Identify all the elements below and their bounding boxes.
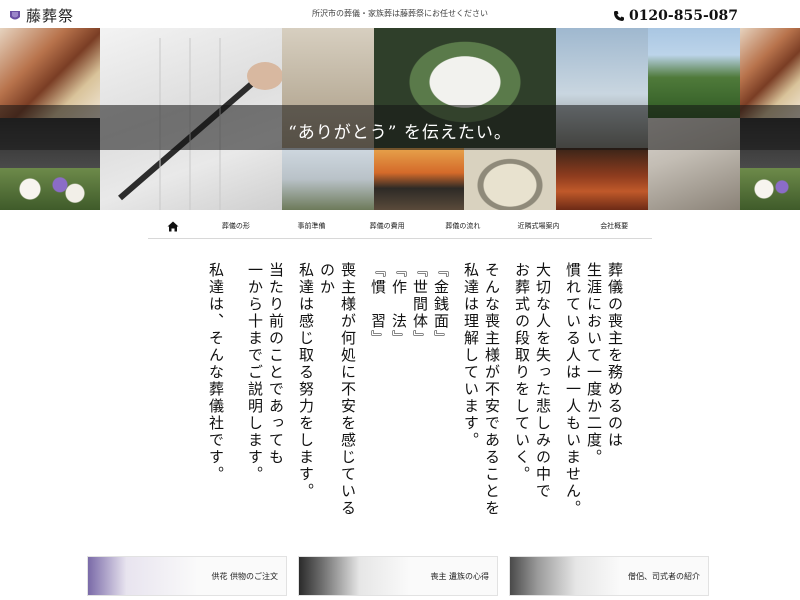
message-line: 当たり前のことであっても: [267, 262, 285, 466]
banner-label: 供花 供物のご注文: [211, 572, 278, 581]
message-line: 私達は感じ取る努力をします。: [297, 262, 315, 500]
banner-priest-intro[interactable]: 僧侶、司式者の紹介: [509, 556, 709, 596]
message-line: 葬儀の喪主を務めるのは: [606, 262, 624, 449]
nav-venues[interactable]: 近隣式場案内: [501, 214, 577, 238]
message-line: 『慣 習』: [369, 262, 387, 347]
message-line: お葬式の段取りをしていく。: [513, 262, 531, 483]
message-line: 私達は、そんな葬儀社です。: [207, 262, 225, 483]
hero-catchphrase: “ありがとう” を伝えたい。: [288, 123, 512, 143]
hero-image-collage: “ありがとう” を伝えたい。: [0, 28, 800, 210]
message-line: 大切な人を失った悲しみの中で: [534, 262, 552, 500]
nav-funeral-types[interactable]: 葬儀の形: [198, 214, 274, 238]
banner-flower-image: [88, 557, 198, 595]
message-line: 『金銭面』: [432, 262, 450, 347]
message-line: 『世間体』: [411, 262, 429, 347]
hero-photo-building: [282, 148, 374, 210]
nav-preparation[interactable]: 事前準備: [274, 214, 350, 238]
hero-photo-hall: [556, 148, 648, 210]
global-nav: 葬儀の形 事前準備 葬儀の費用 葬儀の流れ 近隣式場案内 会社概要: [148, 214, 652, 239]
nav-home[interactable]: [148, 214, 198, 238]
message-line: 生涯において一度か二度。: [585, 262, 603, 466]
message-line: 一から十までご説明します。: [246, 262, 264, 483]
phone-icon: [613, 11, 624, 21]
message-vertical-text: 葬儀の喪主を務めるのは 生涯において一度か二度。 慣れている人は一人もいません。…: [175, 262, 625, 532]
banner-mourner-guide[interactable]: 喪主 遺族の心得: [298, 556, 498, 596]
message-line: 私達は理解しています。: [462, 262, 480, 449]
hero-photo-bowl: [464, 148, 556, 210]
banner-label: 僧侶、司式者の紹介: [628, 572, 700, 581]
hero-photo-flowers-right: [740, 168, 800, 210]
banner-mourner-image: [299, 557, 409, 595]
hero-photo-sushi: [374, 148, 464, 210]
nav-costs[interactable]: 葬儀の費用: [349, 214, 425, 238]
nav-company[interactable]: 会社概要: [576, 214, 652, 238]
banner-priest-image: [510, 557, 620, 595]
phone-number[interactable]: 0120-855-087: [613, 8, 738, 24]
message-line: 『作 法』: [390, 262, 408, 347]
message-line: そんな喪主様が不安であることを: [483, 262, 501, 517]
phone-number-text: 0120-855-087: [628, 8, 738, 24]
message-line: 喪主様が何処に不安を感じているのか: [318, 262, 357, 517]
home-icon: [167, 221, 179, 231]
hero-photo-flowers: [0, 168, 100, 210]
site-header: 藤葬祭 所沢市の葬儀・家族葬は藤葬祭にお任せください 0120-855-087: [0, 0, 800, 28]
banner-label: 喪主 遺族の心得: [430, 572, 489, 581]
banner-flower-order[interactable]: 供花 供物のご注文: [87, 556, 287, 596]
message-line: 慣れている人は一人もいません。: [564, 262, 582, 517]
nav-flow[interactable]: 葬儀の流れ: [425, 214, 501, 238]
